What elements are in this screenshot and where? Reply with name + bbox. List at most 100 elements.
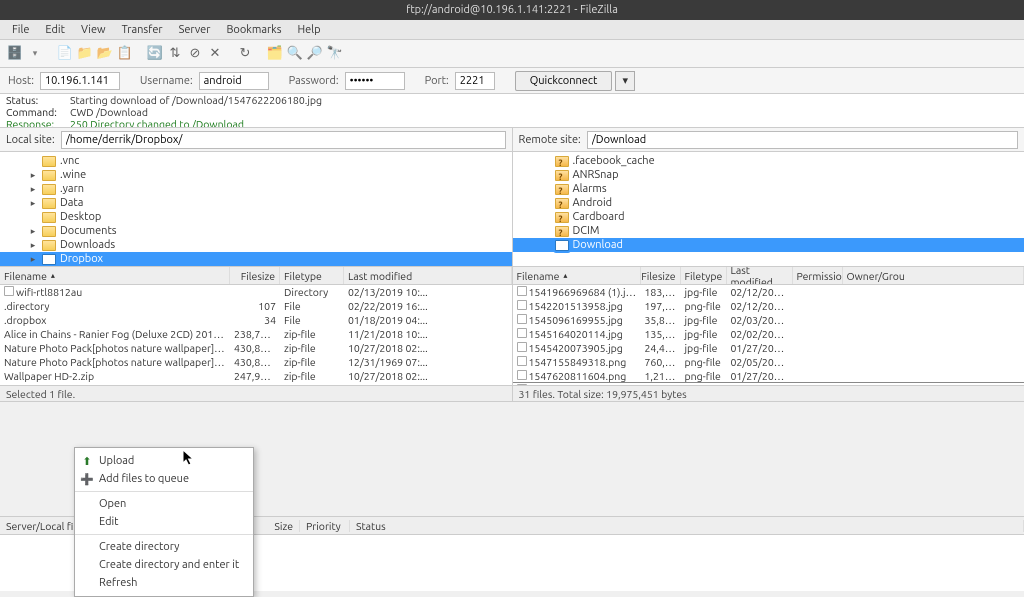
menu-transfer[interactable]: Transfer xyxy=(114,22,171,38)
col-filetype[interactable]: Filetype xyxy=(681,267,727,284)
port-input[interactable] xyxy=(455,72,495,90)
menu-file[interactable]: File xyxy=(4,22,37,38)
tree-expand-icon[interactable]: ▸ xyxy=(28,224,38,238)
col-lastmod[interactable]: Last modified xyxy=(727,267,793,284)
tree-item[interactable]: ▸Data xyxy=(0,196,512,210)
host-input[interactable] xyxy=(40,72,120,90)
tree-item[interactable]: Alarms xyxy=(513,182,1024,196)
col-filesize[interactable]: Filesize xyxy=(230,267,280,284)
ctx-open[interactable]: Open xyxy=(75,491,253,513)
toggle-remotetree-icon[interactable]: 📂 xyxy=(96,45,114,63)
compare-icon[interactable]: 🔍 xyxy=(286,45,304,63)
list-row[interactable]: 1541966969684 (1).jpg183,223jpg-file02/1… xyxy=(513,285,1024,299)
password-input[interactable] xyxy=(345,72,405,90)
menu-edit[interactable]: Edit xyxy=(37,22,73,38)
list-row[interactable]: 1545420073905.jpg24,416jpg-file01/27/201… xyxy=(513,341,1024,355)
tree-item[interactable]: .vnc xyxy=(0,154,512,168)
list-row[interactable]: wifi-rtl8812auDirectory02/13/2019 10:... xyxy=(0,285,512,299)
ctx-create-directory[interactable]: Create directory xyxy=(75,534,253,556)
local-file-list[interactable]: wifi-rtl8812auDirectory02/13/2019 10:...… xyxy=(0,285,512,385)
search-icon[interactable]: 🔭 xyxy=(326,45,344,63)
local-tree[interactable]: .vnc▸.wine▸.yarn▸DataDesktop▸Documents▸D… xyxy=(0,152,512,267)
quickconnect-history-button[interactable]: ▾ xyxy=(615,71,635,91)
col-permissions[interactable]: Permission: xyxy=(793,267,843,284)
row-checkbox[interactable] xyxy=(517,356,527,366)
list-row[interactable]: Alice in Chains - Ranier Fog (Deluxe 2CD… xyxy=(0,327,512,341)
ctx-add-to-queue[interactable]: ➕Add files to queue xyxy=(75,470,253,488)
message-log[interactable]: Status:Starting download of /Download/15… xyxy=(0,94,1024,128)
queue-col-priority[interactable]: Priority xyxy=(300,520,350,532)
remote-file-list[interactable]: 1541966969684 (1).jpg183,223jpg-file02/1… xyxy=(513,285,1024,385)
remote-site-input[interactable] xyxy=(587,131,1018,149)
process-queue-icon[interactable]: ⇅ xyxy=(166,45,184,63)
col-lastmod[interactable]: Last modified xyxy=(344,267,512,284)
tree-expand-icon[interactable]: ▸ xyxy=(28,252,38,266)
ctx-upload[interactable]: ⬆Upload xyxy=(75,452,253,470)
toggle-localtree-icon[interactable]: 📁 xyxy=(76,45,94,63)
tree-expand-icon[interactable]: ▸ xyxy=(28,196,38,210)
col-owner[interactable]: Owner/Grou xyxy=(843,267,1024,284)
tree-item[interactable]: ANRSnap xyxy=(513,168,1024,182)
tree-item[interactable]: ▸Downloads xyxy=(0,238,512,252)
tree-expand-icon[interactable]: ▸ xyxy=(28,182,38,196)
row-checkbox[interactable] xyxy=(517,370,527,380)
row-checkbox[interactable] xyxy=(517,328,527,338)
reconnect-icon[interactable]: ↻ xyxy=(236,45,254,63)
menu-bookmarks[interactable]: Bookmarks xyxy=(218,22,289,38)
disconnect-icon[interactable]: ✕ xyxy=(206,45,224,63)
row-checkbox[interactable] xyxy=(517,314,527,324)
row-checkbox[interactable] xyxy=(517,286,527,296)
list-row[interactable]: .dropbox34File01/18/2019 04:... xyxy=(0,313,512,327)
tree-item[interactable]: Cardboard xyxy=(513,210,1024,224)
username-input[interactable] xyxy=(199,72,269,90)
tree-item[interactable]: ▸Dropbox xyxy=(0,252,512,266)
tree-item[interactable]: Desktop xyxy=(0,210,512,224)
sitemanager-icon[interactable]: 🗄️ xyxy=(6,45,24,63)
list-row[interactable]: Nature Photo Pack[photos nature wallpape… xyxy=(0,341,512,355)
toggle-queue-icon[interactable]: 📋 xyxy=(116,45,134,63)
tree-item[interactable]: ▸.yarn xyxy=(0,182,512,196)
local-site-input[interactable] xyxy=(61,131,506,149)
row-checkbox[interactable] xyxy=(517,300,527,310)
ctx-edit[interactable]: Edit xyxy=(75,513,253,531)
list-row[interactable]: 1547155849318.png760,486png-file02/05/20… xyxy=(513,355,1024,369)
tree-item[interactable]: Download xyxy=(513,238,1024,252)
tree-expand-icon[interactable]: ▸ xyxy=(28,238,38,252)
queue-col-status[interactable]: Status xyxy=(350,520,1024,532)
folder-icon xyxy=(42,240,56,251)
tree-item[interactable]: DCIM xyxy=(513,224,1024,238)
refresh-icon[interactable]: 🔄 xyxy=(146,45,164,63)
cancel-icon[interactable]: ⊘ xyxy=(186,45,204,63)
menu-view[interactable]: View xyxy=(73,22,114,38)
row-checkbox[interactable] xyxy=(4,286,14,296)
col-filetype[interactable]: Filetype xyxy=(280,267,344,284)
list-row[interactable]: .directory107File02/22/2019 16:... xyxy=(0,299,512,313)
tree-item[interactable]: .facebook_cache xyxy=(513,154,1024,168)
menu-server[interactable]: Server xyxy=(171,22,219,38)
list-row[interactable]: 1545164020114.jpg135,165jpg-file02/02/20… xyxy=(513,327,1024,341)
row-checkbox[interactable] xyxy=(517,342,527,352)
list-row[interactable]: 1542201513958.jpg197,987png-file02/12/20… xyxy=(513,299,1024,313)
col-filename[interactable]: Filename▴ xyxy=(0,267,230,284)
toolbar-dropdown-icon[interactable]: ▾ xyxy=(26,45,44,63)
list-row[interactable]: Wallpaper HD-2.zip247,995,...zip-file10/… xyxy=(0,369,512,383)
col-filename[interactable]: Filename▴ xyxy=(513,267,641,284)
ctx-create-directory-enter[interactable]: Create directory and enter it xyxy=(75,556,253,574)
toggle-log-icon[interactable]: 📄 xyxy=(56,45,74,63)
sync-browse-icon[interactable]: 🔎 xyxy=(306,45,324,63)
menu-help[interactable]: Help xyxy=(290,22,329,38)
quickconnect-button[interactable]: Quickconnect xyxy=(515,71,613,91)
tree-expand-icon[interactable]: ▸ xyxy=(28,168,38,182)
remote-tree[interactable]: .facebook_cacheANRSnapAlarmsAndroidCardb… xyxy=(513,152,1024,267)
tree-item[interactable]: Android xyxy=(513,196,1024,210)
file-size: 760,486 xyxy=(641,355,681,369)
filter-icon[interactable]: 🗂️ xyxy=(266,45,284,63)
file-name: 1547155849318.png xyxy=(529,356,627,368)
list-row[interactable]: 1547620811604.png1,213,770png-file01/27/… xyxy=(513,369,1024,383)
tree-item[interactable]: ▸Documents xyxy=(0,224,512,238)
list-row[interactable]: Nature Photo Pack[photos nature wallpape… xyxy=(0,355,512,369)
list-row[interactable]: 1545096169955.jpg35,882jpg-file02/03/201… xyxy=(513,313,1024,327)
ctx-refresh[interactable]: Refresh xyxy=(75,574,253,592)
tree-item[interactable]: ▸.wine xyxy=(0,168,512,182)
col-filesize[interactable]: Filesize xyxy=(641,267,681,284)
